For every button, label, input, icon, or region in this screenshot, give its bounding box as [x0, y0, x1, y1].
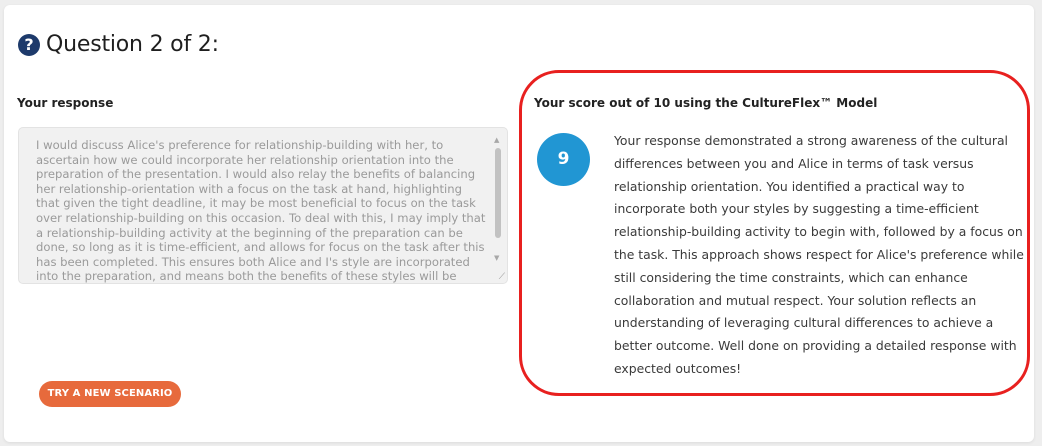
score-feedback: Your response demonstrated a strong awar… — [614, 133, 1024, 376]
resize-grip-icon[interactable]: ⟋ — [499, 272, 505, 282]
scrollbar-thumb[interactable] — [495, 148, 501, 238]
response-text: I would discuss Alice's preference for r… — [36, 138, 486, 284]
score-label: Your score out of 10 using the CultureFl… — [534, 96, 878, 110]
question-header: ? Question 2 of 2: — [18, 32, 219, 57]
score-badge: 9 — [537, 133, 590, 186]
response-label: Your response — [17, 96, 114, 110]
response-textarea[interactable]: I would discuss Alice's preference for r… — [18, 127, 508, 284]
scroll-down-arrow-icon[interactable]: ▼ — [494, 254, 499, 262]
try-new-scenario-button[interactable]: TRY A NEW SCENARIO — [39, 381, 181, 407]
question-title: Question 2 of 2: — [46, 32, 219, 57]
response-scrollbar[interactable]: ▲ ▼ — [492, 132, 504, 280]
scroll-up-arrow-icon[interactable]: ▲ — [494, 136, 499, 144]
help-circle-icon: ? — [18, 33, 40, 56]
